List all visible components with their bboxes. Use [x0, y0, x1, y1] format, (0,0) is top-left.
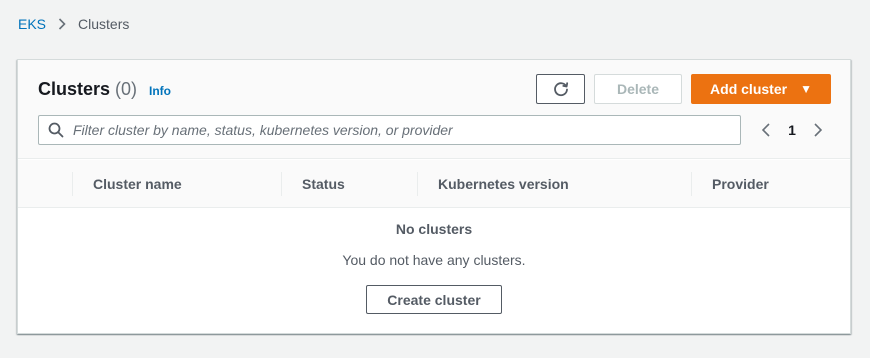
filter-box [38, 115, 741, 145]
cluster-count: (0) [115, 79, 138, 99]
column-divider [281, 172, 282, 196]
pagination: 1 [756, 115, 828, 145]
empty-state-description: You do not have any clusters. [342, 252, 526, 268]
caret-down-icon: ▼ [800, 82, 812, 96]
delete-button[interactable]: Delete [594, 74, 682, 104]
breadcrumb-current: Clusters [78, 16, 130, 32]
column-header-kubernetes-version[interactable]: Kubernetes version [438, 160, 569, 208]
panel-header: Clusters (0) Info Delete Add cluster ▼ F… [18, 60, 850, 159]
title-text: Clusters [38, 79, 111, 99]
column-divider [72, 172, 73, 196]
clusters-panel: Clusters (0) Info Delete Add cluster ▼ F… [17, 59, 851, 334]
column-header-provider[interactable]: Provider [712, 160, 769, 208]
next-page-icon[interactable] [808, 123, 828, 137]
create-cluster-button[interactable]: Create cluster [366, 285, 502, 314]
search-icon [39, 122, 73, 138]
page-number[interactable]: 1 [776, 122, 808, 138]
filter-input[interactable] [73, 117, 733, 143]
column-header-cluster-name[interactable]: Cluster name [93, 160, 182, 208]
refresh-button[interactable] [536, 74, 585, 104]
empty-state-title: No clusters [395, 221, 473, 237]
breadcrumb: EKS Clusters [18, 14, 129, 34]
table-header: Cluster name Status Kubernetes version P… [18, 160, 850, 208]
add-cluster-label: Add cluster [710, 81, 788, 97]
page-title: Clusters (0) [38, 79, 137, 100]
breadcrumb-eks-link[interactable]: EKS [18, 16, 46, 32]
column-divider [417, 172, 418, 196]
previous-page-icon[interactable] [756, 123, 776, 137]
info-link[interactable]: Info [149, 84, 171, 98]
chevron-right-icon [58, 18, 66, 30]
add-cluster-button[interactable]: Add cluster ▼ [691, 74, 831, 104]
column-divider [691, 172, 692, 196]
refresh-icon [552, 80, 570, 98]
column-header-status[interactable]: Status [302, 160, 345, 208]
